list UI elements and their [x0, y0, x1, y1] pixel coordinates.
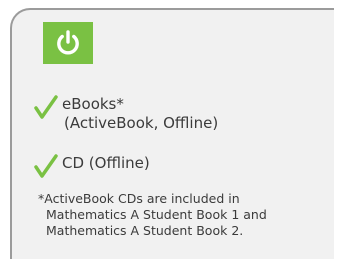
- checkmark-icon: [34, 154, 58, 178]
- ebooks-label: eBooks* (ActiveBook, Offline): [62, 95, 218, 133]
- feature-cd: CD (Offline): [34, 154, 150, 178]
- cd-label: CD (Offline): [62, 154, 150, 172]
- footnote-line-2: Mathematics A Student Book 1 and: [46, 207, 267, 222]
- power-badge: [43, 22, 93, 64]
- ebooks-title: eBooks*: [62, 95, 124, 113]
- feature-ebooks: eBooks* (ActiveBook, Offline): [34, 95, 218, 133]
- footnote: *ActiveBook CDs are included in Mathemat…: [38, 191, 328, 239]
- footnote-line-1: *ActiveBook CDs are included in: [38, 191, 240, 206]
- power-icon: [57, 30, 79, 55]
- offline-resources-panel: eBooks* (ActiveBook, Offline) CD (Offlin…: [10, 8, 334, 259]
- checkmark-icon: [34, 95, 58, 119]
- ebooks-subtitle: (ActiveBook, Offline): [64, 114, 219, 132]
- footnote-line-3: Mathematics A Student Book 2.: [46, 223, 244, 238]
